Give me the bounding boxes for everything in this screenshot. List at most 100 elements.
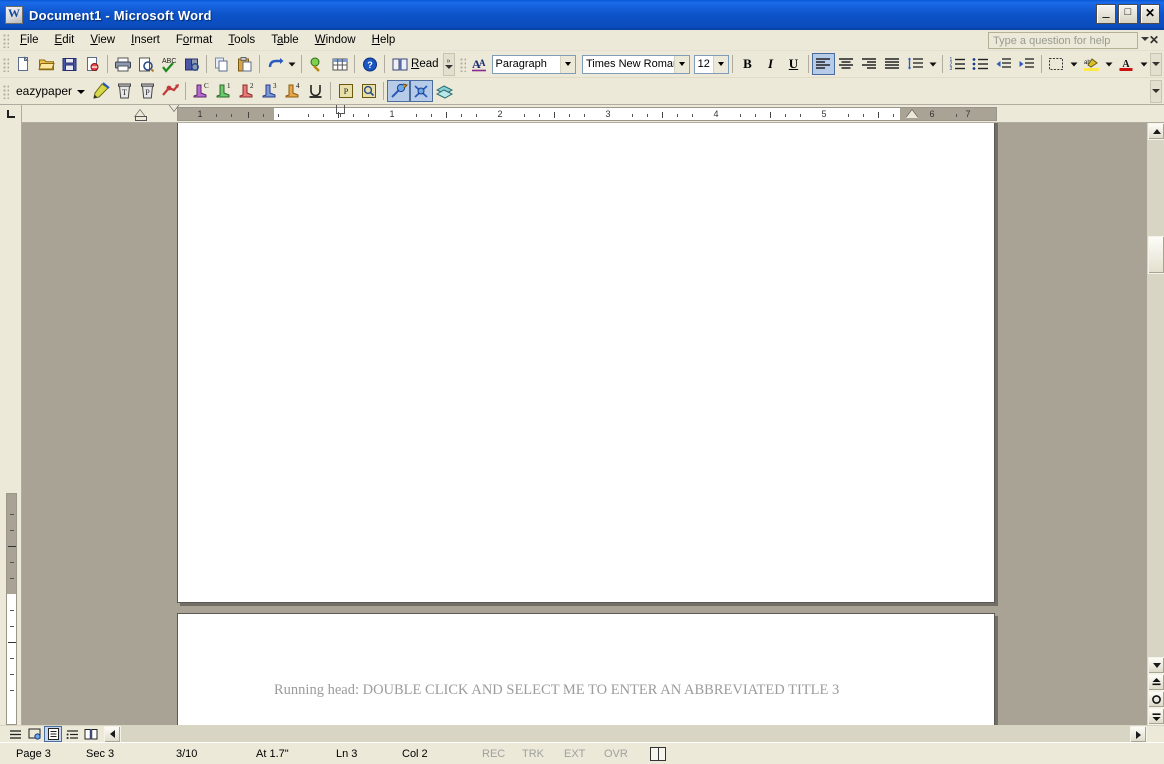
menu-tools[interactable]: Tools — [220, 32, 263, 48]
scroll-up-button[interactable] — [1148, 123, 1164, 140]
align-center-button[interactable] — [835, 53, 858, 75]
open-button[interactable] — [35, 53, 58, 75]
line-spacing-button[interactable] — [904, 53, 927, 75]
eazypaper-pin-tool-2-button[interactable] — [410, 80, 434, 102]
insert-table-button[interactable] — [328, 53, 351, 75]
menu-insert[interactable]: Insert — [123, 32, 168, 48]
normal-view-button[interactable] — [6, 726, 24, 742]
copy-button[interactable] — [210, 53, 233, 75]
menu-file[interactable]: File — [12, 32, 47, 48]
tab-stop-marker[interactable] — [336, 105, 345, 117]
status-extend-selection[interactable]: EXT — [558, 748, 598, 760]
vertical-scroll-track[interactable] — [1148, 140, 1164, 657]
menu-help[interactable]: Help — [364, 32, 404, 48]
select-browse-object-button[interactable] — [1148, 691, 1164, 708]
eazypaper-boot-2-button[interactable]: 2 — [235, 80, 258, 102]
menu-edit[interactable]: Edit — [47, 32, 83, 48]
previous-page-button[interactable] — [1148, 674, 1164, 691]
horizontal-scroll-track[interactable] — [121, 726, 1130, 742]
italic-button[interactable]: I — [759, 53, 782, 75]
menu-format[interactable]: Format — [168, 32, 220, 48]
eazypaper-trash-t-button[interactable]: T — [113, 80, 136, 102]
undo-dropdown-button[interactable] — [286, 53, 298, 75]
horizontal-ruler[interactable]: 1 1 2 3 4 5 6 7 — [22, 105, 1164, 122]
formatting-toolbar-overflow-button[interactable] — [1149, 52, 1162, 76]
vertical-scrollbar[interactable] — [1147, 123, 1164, 725]
document-page-current[interactable]: Running head: DOUBLE CLICK AND SELECT ME… — [177, 613, 995, 725]
eazypaper-pin-tool-1-button[interactable] — [387, 80, 411, 102]
eazypaper-dropdown-icon[interactable] — [77, 90, 86, 94]
font-dropdown-icon[interactable] — [673, 55, 689, 73]
left-indent-marker[interactable] — [135, 116, 147, 121]
underline-button[interactable]: U — [782, 53, 805, 75]
eazypaper-toolbar-overflow-button[interactable] — [1150, 79, 1162, 103]
eazypaper-boot-1-button[interactable]: 1 — [212, 80, 235, 102]
status-overtype[interactable]: OVR — [598, 748, 640, 760]
align-right-button[interactable] — [858, 53, 881, 75]
line-spacing-dropdown-button[interactable] — [927, 53, 939, 75]
print-preview-button[interactable] — [134, 53, 157, 75]
eazypaper-stack-tool-button[interactable] — [433, 80, 456, 102]
reading-layout-view-button[interactable] — [82, 726, 100, 742]
bullets-button[interactable] — [969, 53, 992, 75]
running-head-text[interactable]: Running head: DOUBLE CLICK AND SELECT ME… — [274, 682, 839, 699]
eazypaper-boot-4-button[interactable]: 4 — [281, 80, 304, 102]
formatting-toolbar-grip[interactable] — [458, 56, 466, 72]
justify-button[interactable] — [881, 53, 904, 75]
save-button[interactable] — [58, 53, 81, 75]
font-color-button[interactable]: A — [1115, 53, 1138, 75]
research-button[interactable] — [180, 53, 203, 75]
document-page-previous[interactable] — [177, 123, 995, 603]
borders-dropdown-button[interactable] — [1068, 53, 1080, 75]
eazypaper-preview-tool-button[interactable] — [357, 80, 380, 102]
increase-indent-button[interactable] — [1015, 53, 1038, 75]
eazypaper-trash-p-button[interactable]: P — [136, 80, 159, 102]
eazypaper-underline-tool-button[interactable] — [304, 80, 327, 102]
menu-view[interactable]: View — [82, 32, 123, 48]
print-layout-view-button[interactable] — [44, 726, 62, 742]
web-layout-view-button[interactable] — [25, 726, 43, 742]
ask-a-question-box[interactable]: Type a question for help — [988, 32, 1138, 49]
highlight-button[interactable]: ab — [1080, 53, 1103, 75]
chevron-down-icon[interactable] — [1141, 37, 1149, 41]
align-left-button[interactable] — [811, 53, 835, 75]
eazypaper-page-tool-button[interactable]: P — [334, 80, 357, 102]
eazypaper-menu-label[interactable]: eazypaper — [12, 84, 74, 98]
decrease-indent-button[interactable] — [992, 53, 1015, 75]
help-close-icon[interactable]: ✕ — [1149, 33, 1159, 47]
bold-button[interactable]: B — [736, 53, 759, 75]
eazypaper-toolbar-grip[interactable] — [2, 83, 9, 99]
right-indent-marker[interactable] — [906, 110, 918, 118]
outline-view-button[interactable] — [63, 726, 81, 742]
spelling-and-grammar-button[interactable]: ABC — [157, 53, 180, 75]
status-track-changes[interactable]: TRK — [516, 748, 558, 760]
standard-toolbar-overflow-button[interactable]: » — [442, 52, 455, 76]
next-page-button[interactable] — [1148, 708, 1164, 725]
numbering-button[interactable]: 123 — [946, 53, 969, 75]
eazypaper-format-paper-button[interactable] — [90, 80, 113, 102]
permission-button[interactable] — [81, 53, 104, 75]
styles-and-formatting-button[interactable]: AA — [469, 53, 492, 75]
paste-button[interactable] — [233, 53, 256, 75]
first-line-indent-marker[interactable] — [168, 105, 180, 111]
new-blank-document-button[interactable] — [12, 53, 35, 75]
book-icon[interactable] — [650, 746, 666, 761]
minimize-button[interactable]: – — [1096, 4, 1116, 24]
read-button[interactable]: Read — [388, 53, 443, 75]
print-button[interactable] — [111, 53, 134, 75]
style-combo[interactable]: Paragraph — [491, 54, 577, 74]
close-button[interactable]: ✕ — [1140, 4, 1160, 24]
menu-grip-handle[interactable] — [2, 32, 9, 48]
scroll-right-button[interactable] — [1130, 726, 1147, 743]
status-record-macro[interactable]: REC — [476, 748, 516, 760]
menu-table[interactable]: Table — [263, 32, 307, 48]
vertical-ruler[interactable] — [0, 123, 22, 725]
vertical-scroll-thumb[interactable] — [1148, 236, 1164, 274]
insert-hyperlink-button[interactable] — [305, 53, 328, 75]
help-button[interactable]: ? — [358, 53, 381, 75]
eazypaper-boot-3-button[interactable]: 3 — [258, 80, 281, 102]
font-size-dropdown-icon[interactable] — [712, 55, 728, 73]
style-dropdown-icon[interactable] — [560, 55, 576, 73]
document-canvas[interactable]: Running head: DOUBLE CLICK AND SELECT ME… — [22, 123, 1147, 725]
scroll-left-button[interactable] — [104, 725, 121, 743]
